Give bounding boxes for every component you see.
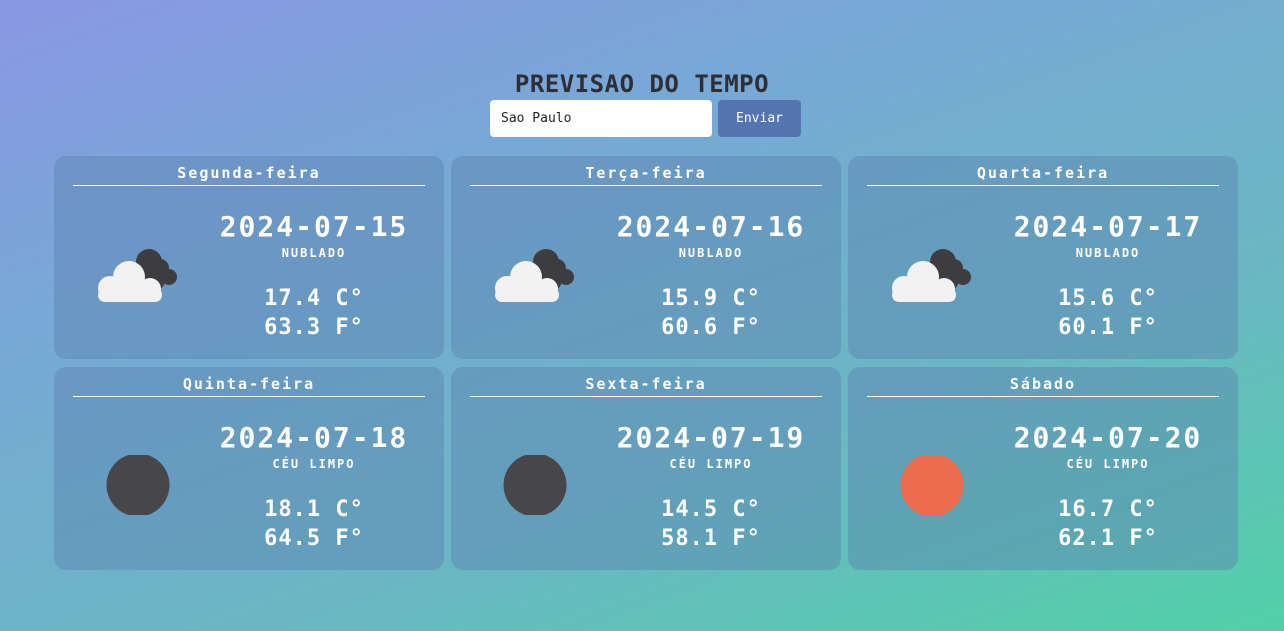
sun-icon — [886, 453, 978, 517]
forecast-card: Sexta-feira 2024-07-19 CÉU LIMPO 14.5 C°… — [451, 367, 841, 570]
cloudy-icon — [92, 244, 184, 304]
temp-celsius: 16.7 C° — [1058, 497, 1158, 522]
temp-fahrenheit: 62.1 F° — [1058, 526, 1158, 551]
temp-celsius: 18.1 C° — [264, 497, 364, 522]
cloudy-icon — [489, 244, 581, 304]
forecast-date: 2024-07-19 — [616, 421, 806, 454]
day-name: Segunda-feira — [177, 164, 321, 182]
moon-icon — [489, 453, 581, 517]
moon-icon — [92, 453, 184, 517]
temp-fahrenheit: 60.1 F° — [1058, 315, 1158, 340]
temp-celsius: 14.5 C° — [661, 497, 761, 522]
forecast-card: Segunda-feira 2024-07-15 NUBLADO 17.4 C°… — [54, 156, 444, 359]
day-name: Quarta-feira — [976, 164, 1110, 182]
temp-fahrenheit: 60.6 F° — [661, 315, 761, 340]
page-title: PREVISAO DO TEMPO — [514, 70, 770, 98]
forecast-grid: Segunda-feira 2024-07-15 NUBLADO 17.4 C°… — [54, 156, 1238, 570]
weather-condition: CÉU LIMPO — [1066, 457, 1150, 471]
forecast-date: 2024-07-20 — [1013, 421, 1203, 454]
send-button[interactable]: Enviar — [718, 100, 801, 137]
temp-celsius: 15.6 C° — [1058, 286, 1158, 311]
forecast-card: Terça-feira 2024-07-16 NUBLADO 15.9 C° 6… — [451, 156, 841, 359]
weather-condition: NUBLADO — [281, 246, 347, 260]
temp-celsius: 17.4 C° — [264, 286, 364, 311]
divider — [867, 185, 1219, 186]
temp-fahrenheit: 58.1 F° — [661, 526, 761, 551]
temp-fahrenheit: 64.5 F° — [264, 526, 364, 551]
day-name: Quinta-feira — [182, 375, 316, 393]
forecast-card: Quarta-feira 2024-07-17 NUBLADO 15.6 C° … — [848, 156, 1238, 359]
temp-celsius: 15.9 C° — [661, 286, 761, 311]
day-name: Sábado — [1009, 375, 1077, 393]
forecast-card: Sábado 2024-07-20 CÉU LIMPO 16.7 C° 62.1… — [848, 367, 1238, 570]
divider — [470, 396, 822, 397]
day-name: Sexta-feira — [585, 375, 707, 393]
cloudy-icon — [886, 244, 978, 304]
divider — [470, 185, 822, 186]
weather-condition: CÉU LIMPO — [669, 457, 753, 471]
search-form: Enviar — [490, 100, 801, 137]
weather-condition: CÉU LIMPO — [272, 457, 356, 471]
divider — [73, 396, 425, 397]
weather-condition: NUBLADO — [678, 246, 744, 260]
forecast-date: 2024-07-15 — [219, 210, 409, 243]
divider — [73, 185, 425, 186]
forecast-date: 2024-07-18 — [219, 421, 409, 454]
forecast-card: Quinta-feira 2024-07-18 CÉU LIMPO 18.1 C… — [54, 367, 444, 570]
day-name: Terça-feira — [585, 164, 707, 182]
divider — [867, 396, 1219, 397]
temp-fahrenheit: 63.3 F° — [264, 315, 364, 340]
city-input[interactable] — [490, 100, 712, 137]
weather-condition: NUBLADO — [1075, 246, 1141, 260]
forecast-date: 2024-07-17 — [1013, 210, 1203, 243]
forecast-date: 2024-07-16 — [616, 210, 806, 243]
